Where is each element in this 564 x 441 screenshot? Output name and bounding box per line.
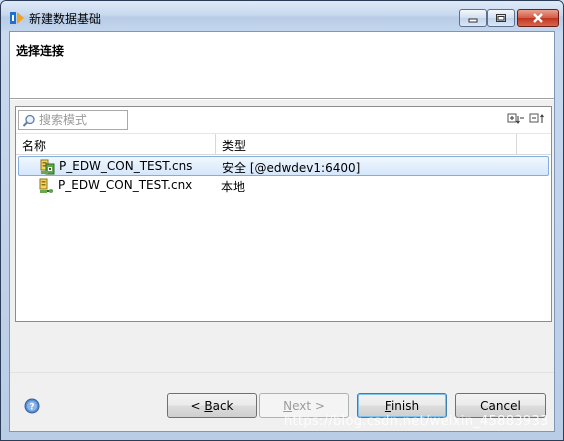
search-icon [22, 114, 35, 127]
maximize-button[interactable] [487, 9, 515, 27]
close-button[interactable] [517, 9, 559, 27]
footer-divider [10, 372, 554, 373]
app-logo-icon [10, 12, 24, 24]
close-icon [533, 13, 543, 23]
dialog-window: 新建数据基础 选择连接 搜索模式 名称 类型 P_EDW_CON_TEST.cn… [0, 0, 564, 441]
back-button-mnemonic: B [204, 398, 213, 413]
connection-name: P_EDW_CON_TEST.cnx [58, 178, 193, 192]
dialog-body: 选择连接 搜索模式 名称 类型 P_EDW_CON_TEST.cns 安全 [@… [9, 31, 555, 432]
back-button[interactable]: < Back [167, 393, 257, 418]
minimize-button[interactable] [459, 9, 487, 27]
table-header: 名称 类型 [16, 133, 551, 155]
secure-connection-icon [40, 159, 55, 175]
header-banner: 选择连接 [10, 32, 554, 99]
back-button-label: ack [212, 398, 234, 413]
search-box[interactable] [18, 110, 128, 130]
connection-type: 本地 [221, 180, 246, 194]
column-header-name[interactable]: 名称 [22, 137, 46, 154]
page-title: 选择连接 [16, 44, 65, 58]
title-bar[interactable]: 新建数据基础 [1, 1, 563, 31]
expand-all-icon[interactable] [507, 112, 525, 126]
connection-name: P_EDW_CON_TEST.cns [59, 159, 193, 173]
next-button-mnemonic: N [283, 398, 293, 413]
minimize-icon [468, 18, 478, 23]
local-connection-icon [39, 178, 53, 193]
panel-toolbar [16, 107, 551, 133]
collapse-all-icon[interactable] [529, 112, 547, 126]
window-title: 新建数据基础 [29, 12, 102, 26]
table-row[interactable]: P_EDW_CON_TEST.cns 安全 [@edwdev1:6400] [18, 156, 549, 176]
column-divider[interactable] [516, 134, 517, 154]
column-header-type[interactable]: 类型 [222, 137, 246, 154]
back-button-prefix: < [190, 398, 205, 413]
maximize-icon [496, 14, 506, 22]
table-row[interactable]: P_EDW_CON_TEST.cnx 本地 [18, 176, 549, 196]
column-divider[interactable] [215, 134, 216, 154]
finish-button-label: inish [390, 398, 420, 413]
search-input[interactable] [39, 112, 125, 128]
svg-text:?: ? [29, 403, 34, 413]
next-button-label: ext > [292, 398, 325, 413]
watermark: https://blog.csdn.net/weixin_45883933 [284, 414, 549, 429]
connection-type: 安全 [@edwdev1:6400] [222, 161, 361, 175]
help-icon[interactable]: ? [24, 398, 40, 414]
header-divider [10, 99, 554, 100]
connection-panel: 名称 类型 P_EDW_CON_TEST.cns 安全 [@edwdev1:64… [15, 106, 552, 322]
